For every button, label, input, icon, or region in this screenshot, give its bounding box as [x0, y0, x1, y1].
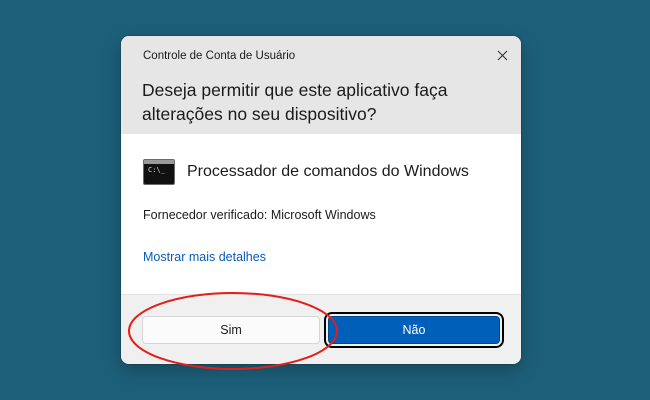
- desktop-background: Controle de Conta de Usuário Deseja perm…: [0, 0, 650, 400]
- verified-publisher: Fornecedor verificado: Microsoft Windows: [143, 208, 376, 222]
- no-button[interactable]: Não: [324, 312, 504, 348]
- close-icon: [497, 50, 507, 60]
- app-name: Processador de comandos do Windows: [187, 163, 469, 180]
- command-prompt-icon: C:\_: [143, 159, 175, 185]
- dialog-header: Controle de Conta de Usuário Deseja perm…: [121, 36, 521, 134]
- show-more-details-link[interactable]: Mostrar mais detalhes: [143, 250, 266, 264]
- close-button[interactable]: [489, 42, 515, 68]
- yes-button[interactable]: Sim: [142, 316, 320, 344]
- dialog-footer: Sim Não: [121, 294, 521, 364]
- dialog-question: Deseja permitir que este aplicativo faça…: [142, 80, 448, 124]
- app-info-row: C:\_ Processador de comandos do Windows: [143, 156, 469, 188]
- dialog-caption: Controle de Conta de Usuário: [143, 50, 296, 62]
- uac-dialog: Controle de Conta de Usuário Deseja perm…: [121, 36, 521, 364]
